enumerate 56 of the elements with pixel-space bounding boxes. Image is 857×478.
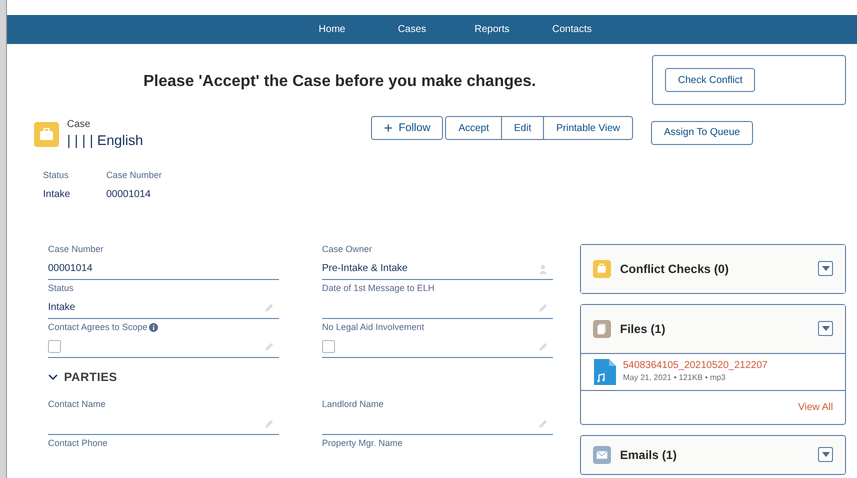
field-label: Case Number bbox=[48, 243, 104, 256]
field-label: Status bbox=[48, 282, 74, 295]
field-label: Date of 1st Message to ELH bbox=[322, 282, 435, 295]
field-value: Intake bbox=[43, 188, 70, 202]
object-type-label: Case bbox=[67, 119, 92, 132]
dropdown-button[interactable] bbox=[818, 261, 833, 276]
field-label: Case Number bbox=[106, 169, 162, 182]
record-title: | | | | English bbox=[67, 132, 144, 149]
chevron-icon[interactable] bbox=[48, 374, 58, 380]
action-button[interactable]: Edit bbox=[501, 117, 544, 139]
checkbox[interactable] bbox=[48, 340, 61, 353]
caret-icon bbox=[822, 326, 830, 331]
field-value: 00001014 bbox=[48, 262, 92, 276]
person-icon[interactable] bbox=[538, 264, 548, 274]
edit-icon[interactable] bbox=[264, 302, 274, 312]
follow-button[interactable]: + Follow bbox=[370, 116, 444, 140]
checkbox[interactable] bbox=[322, 340, 335, 353]
field-label: Property Mgr. Name bbox=[322, 437, 403, 450]
edit-icon[interactable] bbox=[264, 342, 274, 352]
nav-link[interactable]: Cases bbox=[372, 22, 452, 37]
nav-link[interactable]: Reports bbox=[452, 22, 532, 37]
field-value: Intake bbox=[48, 301, 76, 315]
section-heading: PARTIES bbox=[64, 369, 118, 386]
nav-link[interactable]: Home bbox=[292, 22, 372, 37]
field-value: Pre-Intake & Intake bbox=[322, 262, 408, 276]
check-conflict-button[interactable]: Check Conflict bbox=[665, 68, 756, 92]
file-link[interactable]: 5408364105_20210520_212207 bbox=[623, 360, 768, 373]
field-label: Landlord Name bbox=[322, 398, 384, 411]
field-label: Status bbox=[43, 169, 70, 182]
card-title: Emails (1) bbox=[620, 446, 677, 464]
field-label: Case Owner bbox=[322, 243, 372, 256]
field-value: 00001014 bbox=[106, 188, 152, 202]
edit-icon[interactable] bbox=[538, 302, 548, 312]
info-icon bbox=[148, 323, 158, 332]
field-label: No Legal Aid Involvement bbox=[322, 321, 424, 334]
field-label: Contact Phone bbox=[48, 437, 108, 450]
action-button[interactable]: Accept bbox=[446, 117, 502, 139]
edit-icon[interactable] bbox=[538, 418, 548, 428]
field-label: Contact Name bbox=[48, 398, 106, 411]
caret-icon bbox=[822, 452, 830, 457]
dropdown-button[interactable] bbox=[818, 321, 833, 336]
edit-icon[interactable] bbox=[538, 342, 548, 352]
caret-icon bbox=[822, 266, 830, 271]
audio-file-icon bbox=[594, 358, 616, 384]
dropdown-button[interactable] bbox=[818, 447, 833, 462]
card-title: Conflict Checks (0) bbox=[620, 260, 729, 278]
field-label: Contact Agrees to Scope bbox=[48, 321, 148, 334]
banner-message: Please 'Accept' the Case before you make changes. bbox=[143, 72, 536, 92]
view-all-link[interactable]: View All bbox=[798, 400, 833, 414]
assign-to-queue-button[interactable]: Assign To Queue bbox=[651, 120, 753, 144]
briefcase-icon bbox=[34, 122, 59, 146]
edit-icon[interactable] bbox=[264, 418, 274, 428]
card-title: Files (1) bbox=[620, 320, 666, 338]
action-button[interactable]: Printable View bbox=[543, 117, 632, 139]
file-details: May 21, 2021 • 121KB • mp3 bbox=[623, 372, 727, 383]
nav-link[interactable]: Contacts bbox=[532, 22, 612, 37]
